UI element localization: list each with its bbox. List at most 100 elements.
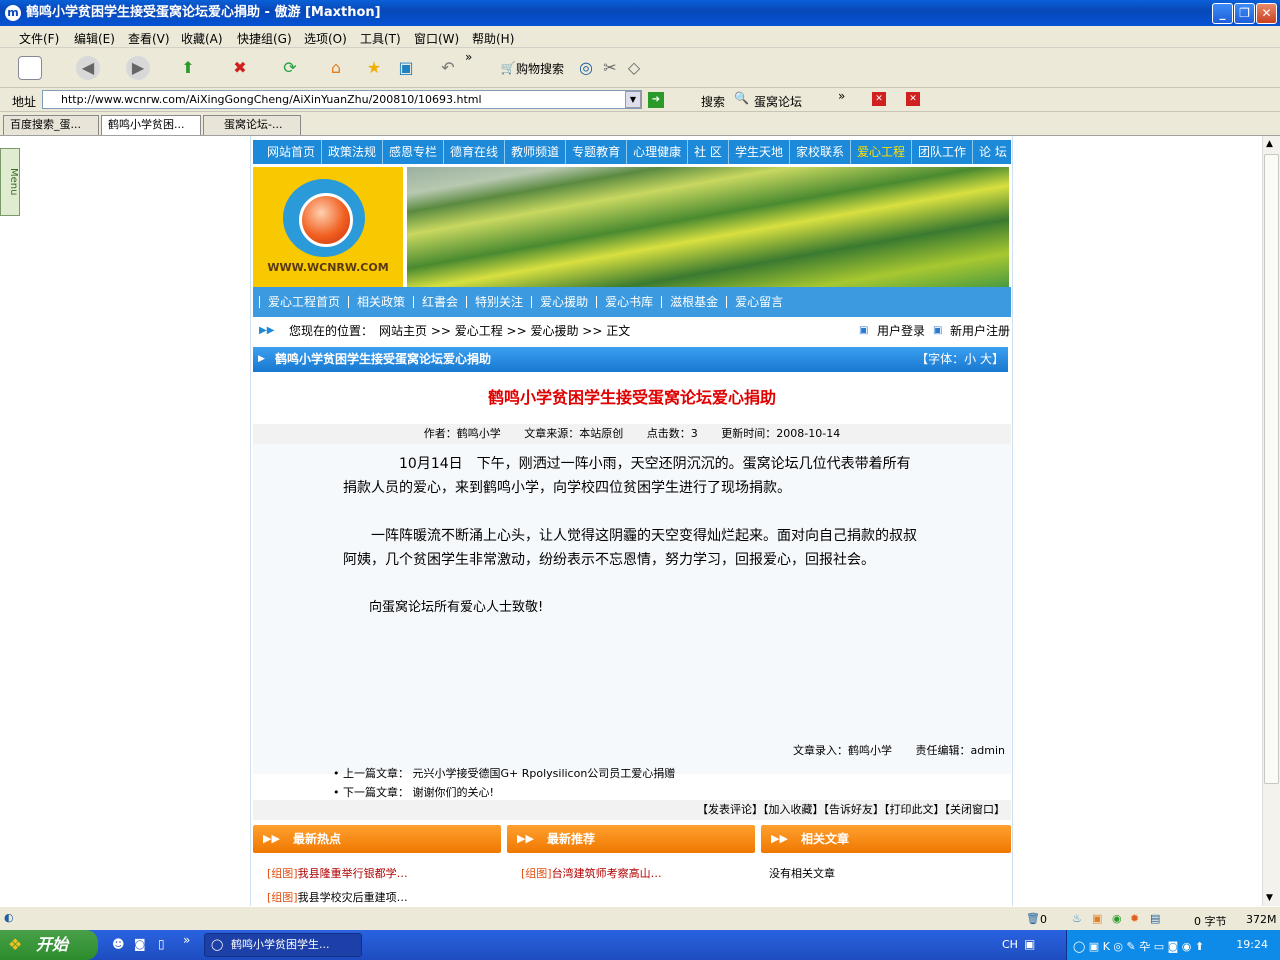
- home-icon[interactable]: ⌂: [324, 56, 348, 80]
- window-title-bar[interactable]: m 鹤鸣小学贫困学生接受蛋窝论坛爱心捐助 - 傲游 [Maxthon] _ ❐ …: [0, 0, 1280, 26]
- section-hot: ▶▶ 最新热点: [253, 825, 501, 853]
- new-page-icon[interactable]: [18, 56, 42, 80]
- nav-topics[interactable]: 专题教育: [565, 140, 626, 164]
- menu-file[interactable]: 文件(F): [19, 30, 59, 47]
- eraser-icon[interactable]: ◇: [622, 56, 646, 80]
- ad-block-icon[interactable]: ✕: [906, 92, 920, 106]
- subnav-fund[interactable]: 滋根基金: [661, 296, 726, 308]
- language-indicator[interactable]: CH: [1002, 938, 1018, 951]
- breadcrumb-path[interactable]: 网站主页 >> 爱心工程 >> 爱心援助 >> 正文: [379, 320, 630, 342]
- scroll-up-icon[interactable]: ▲: [1266, 139, 1273, 149]
- maxthon-icon: m: [5, 5, 21, 21]
- subnav-library[interactable]: 爱心书库: [596, 296, 661, 308]
- nav-moral[interactable]: 德育在线: [443, 140, 504, 164]
- scroll-down-icon[interactable]: ▼: [1266, 893, 1273, 903]
- go-icon[interactable]: ➜: [648, 92, 664, 108]
- nav-love-project[interactable]: 爱心工程: [849, 140, 911, 164]
- side-menu-tab[interactable]: Menu: [0, 148, 20, 216]
- quicklaunch-icon-3[interactable]: ▯: [158, 937, 165, 951]
- nav-forum[interactable]: 论 坛: [972, 140, 1011, 164]
- prev-article-text[interactable]: 上一篇文章： 元兴小学接受德国G+ Rpolysilicon公司员工爱心捐赠: [343, 767, 675, 780]
- status-eye-icon[interactable]: ◉: [1112, 912, 1122, 925]
- start-button[interactable]: ❖ 开始: [0, 930, 98, 960]
- tab-baidu[interactable]: 百度搜索_蛋...: [3, 115, 99, 135]
- next-article-text[interactable]: 下一篇文章： 谢谢你们的关心!: [343, 786, 494, 799]
- subnav-redbook[interactable]: 红書会: [413, 296, 466, 308]
- menu-favorites[interactable]: 收藏(A): [181, 30, 223, 47]
- login-link[interactable]: 用户登录: [877, 320, 925, 342]
- tray-icons[interactable]: ◯ ▣ K ◎ ✎ 卆 ▭ ◙ ◉ ⬆: [1073, 938, 1204, 954]
- nav-mental-health[interactable]: 心理健康: [626, 140, 687, 164]
- undo-icon[interactable]: ↶: [436, 56, 460, 80]
- menu-help[interactable]: 帮助(H): [472, 30, 514, 47]
- shopping-search-button[interactable]: 购物搜索: [516, 60, 564, 77]
- up-icon[interactable]: ⬆: [176, 56, 200, 80]
- restore-button[interactable]: ❐: [1234, 3, 1255, 24]
- nav-students[interactable]: 学生天地: [727, 140, 789, 164]
- nav-team[interactable]: 团队工作: [910, 140, 972, 164]
- status-window-icon[interactable]: ▤: [1150, 912, 1160, 925]
- quicklaunch-icon-2[interactable]: ◙: [134, 937, 146, 951]
- status-memory: 372M: [1246, 913, 1277, 926]
- window-icon[interactable]: ▣: [394, 56, 418, 80]
- hot-link-2[interactable]: [组图]我县学校灾后重建项…: [267, 889, 408, 905]
- prev-article-link[interactable]: • 上一篇文章： 元兴小学接受德国G+ Rpolysilicon公司员工爱心捐赠: [333, 764, 933, 783]
- stop-icon[interactable]: ✖: [228, 56, 252, 80]
- menu-view[interactable]: 查看(V): [128, 30, 170, 47]
- subnav-special[interactable]: 特别关注: [466, 296, 531, 308]
- quicklaunch-icon-1[interactable]: ☻: [112, 937, 125, 951]
- popup-block-icon[interactable]: ✕: [872, 92, 886, 106]
- taskbar-task-browser[interactable]: ◯ 鹤鸣小学贫困学生...: [204, 933, 362, 957]
- tools-icon[interactable]: ✂: [598, 56, 622, 80]
- nav-policy[interactable]: 政策法规: [321, 140, 382, 164]
- menu-groups[interactable]: 快捷组(G): [237, 30, 292, 47]
- forward-icon[interactable]: ▶: [126, 56, 150, 80]
- trash-icon[interactable]: 🗑: [1026, 912, 1040, 925]
- tab-bar: 百度搜索_蛋... 鹤鸣小学贫困... 蛋窝论坛-...: [0, 113, 1280, 136]
- toolbar-more[interactable]: »: [465, 50, 472, 64]
- menu-options[interactable]: 选项(O): [304, 30, 347, 47]
- refresh-icon[interactable]: ⟳: [278, 56, 302, 80]
- status-tool-icon[interactable]: ♨: [1072, 912, 1082, 925]
- register-link[interactable]: 新用户注册: [950, 320, 1010, 342]
- section-recommended-title: 最新推荐: [547, 832, 596, 846]
- search-more[interactable]: »: [838, 89, 845, 103]
- tab-current-article[interactable]: 鹤鸣小学贫困...: [101, 115, 201, 135]
- recommended-link-1[interactable]: [组图]台湾建筑师考察高山…: [521, 865, 662, 881]
- subnav-messages[interactable]: 爱心留言: [726, 296, 791, 308]
- close-button[interactable]: ✕: [1256, 3, 1277, 24]
- compass-icon[interactable]: ◎: [574, 56, 598, 80]
- menu-tools[interactable]: 工具(T): [360, 30, 401, 47]
- url-dropdown-icon[interactable]: ▼: [625, 91, 641, 108]
- subnav-aid[interactable]: 爱心援助: [531, 296, 596, 308]
- search-engine-select[interactable]: 蛋窝论坛: [754, 93, 802, 110]
- site-logo[interactable]: WWW.WCNRW.COM: [253, 167, 403, 287]
- nav-community[interactable]: 社 区: [687, 140, 728, 164]
- subnav-policy[interactable]: 相关政策: [348, 296, 413, 308]
- login-icon: ▣: [859, 325, 869, 336]
- status-sun-icon[interactable]: ✹: [1130, 912, 1139, 925]
- nav-home[interactable]: 网站首页: [261, 140, 321, 164]
- nav-teachers[interactable]: 教师频道: [504, 140, 565, 164]
- status-popup-icon[interactable]: ▣: [1092, 912, 1102, 925]
- back-icon[interactable]: ◀: [76, 56, 100, 80]
- subnav-love-home[interactable]: 爱心工程首页: [259, 296, 348, 308]
- favorites-star-icon[interactable]: ★: [362, 56, 386, 80]
- link-text[interactable]: 台湾建筑师考察高山…: [552, 867, 662, 880]
- hot-link-1[interactable]: [组图]我县隆重举行银都学…: [267, 865, 408, 881]
- tab-danwo-forum[interactable]: 蛋窝论坛-...: [203, 115, 301, 135]
- vertical-scrollbar[interactable]: ▲ ▼: [1262, 136, 1280, 906]
- menu-edit[interactable]: 编辑(E): [74, 30, 115, 47]
- nav-home-school[interactable]: 家校联系: [788, 140, 850, 164]
- menu-window[interactable]: 窗口(W): [414, 30, 459, 47]
- link-text[interactable]: 我县学校灾后重建项…: [298, 891, 408, 904]
- url-input[interactable]: http://www.wcnrw.com/AiXingGongCheng/AiX…: [42, 90, 642, 109]
- nav-gratitude[interactable]: 感恩专栏: [382, 140, 443, 164]
- article-actions[interactable]: 【发表评论】【加入收藏】【告诉好友】【打印此文】【关闭窗口】: [253, 800, 1011, 820]
- font-size-control[interactable]: 【字体：小 大】: [916, 347, 1004, 372]
- quicklaunch-more[interactable]: »: [183, 933, 190, 947]
- minimize-button[interactable]: _: [1212, 3, 1233, 24]
- ime-icon[interactable]: ▣: [1024, 937, 1035, 951]
- link-text[interactable]: 我县隆重举行银都学…: [298, 867, 408, 880]
- scrollbar-thumb[interactable]: [1264, 154, 1279, 784]
